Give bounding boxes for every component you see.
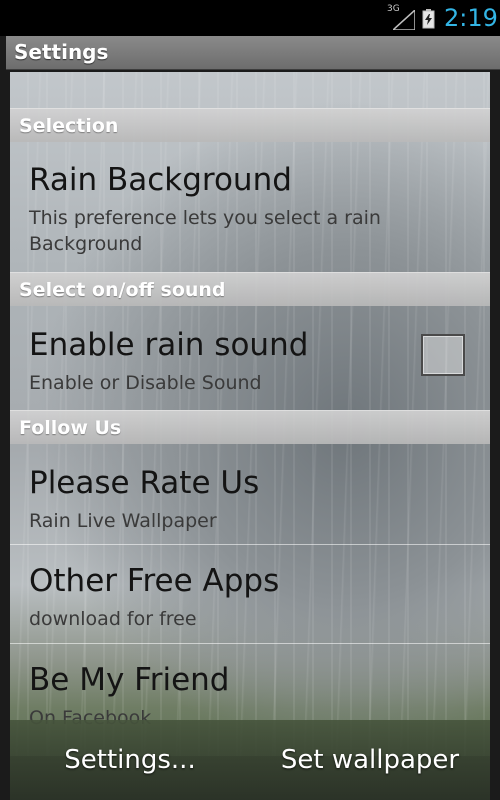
category-header-follow-us: Follow Us [10,410,490,444]
battery-charging-icon [422,9,435,29]
pref-title: Other Free Apps [29,563,280,599]
pref-title: Be My Friend [29,662,230,698]
category-title: Selection [19,115,119,137]
category-header-selection: Selection [10,108,490,142]
clock: 2:19 [444,4,498,32]
pref-other-free-apps[interactable]: Other Free Apps download for free [10,545,490,643]
pref-title: Rain Background [29,162,292,198]
status-bar: 3G 2:19 [0,0,500,36]
pref-enable-rain-sound[interactable]: Enable rain sound Enable or Disable Soun… [10,306,490,408]
set-wallpaper-button[interactable]: Set wallpaper [250,720,490,800]
pref-rain-background[interactable]: Rain Background This preference lets you… [10,142,490,270]
page-title: Settings [14,40,109,64]
sound-checkbox[interactable] [421,334,465,376]
pref-summary: download for free [29,608,197,630]
bottom-action-bar: Settings... Set wallpaper [10,720,490,800]
pref-title: Enable rain sound [29,327,309,363]
category-title: Select on/off sound [19,279,226,301]
signal-icon [393,10,415,30]
pref-summary: This preference lets you select a rain B… [29,207,381,255]
pref-please-rate-us[interactable]: Please Rate Us Rain Live Wallpaper [10,444,490,544]
preferences-list: Selection Rain Background This preferenc… [10,72,490,756]
title-bar: Settings [6,36,500,70]
settings-window: Settings Selection Rain Background This … [0,36,500,800]
pref-summary: Rain Live Wallpaper [29,510,217,532]
settings-button[interactable]: Settings... [10,720,250,800]
pref-summary: Enable or Disable Sound [29,372,262,394]
category-title: Follow Us [19,417,122,439]
pref-title: Please Rate Us [29,465,260,501]
category-header-sound: Select on/off sound [10,272,490,306]
